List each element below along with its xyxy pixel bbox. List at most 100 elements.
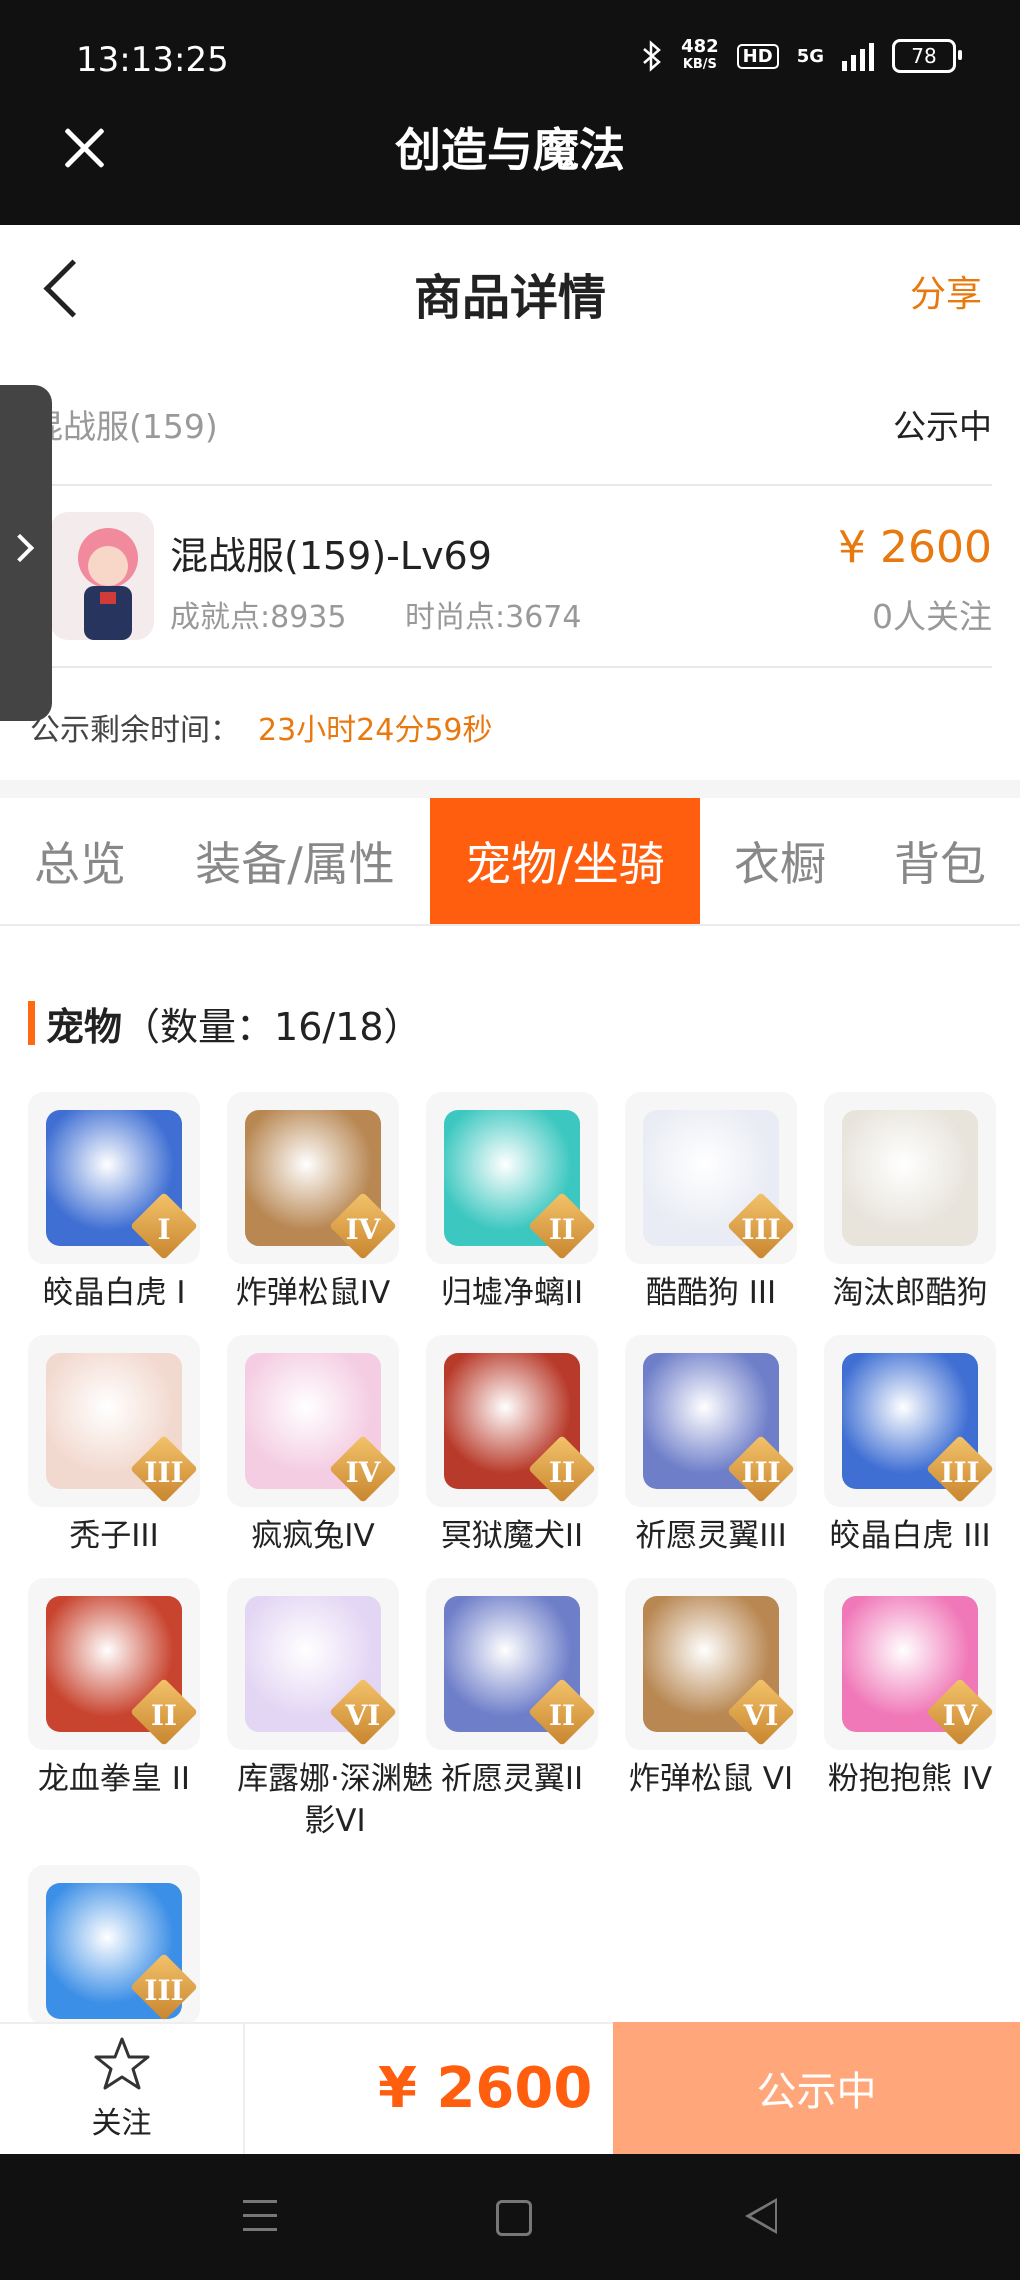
tier-label: VI [743,1699,779,1732]
pet-name: 炸弹松鼠IV [235,1275,391,1311]
character-name: 混战服(159)-Lv69 [170,534,492,578]
pet-name: 祈愿灵翼III [635,1518,787,1554]
back-nav-icon-inner [751,2202,775,2230]
net-speed: 482 KB/S [681,36,719,73]
status-time: 13:13:25 [76,40,229,80]
tier-label: IV [942,1699,978,1732]
pet-image: II [426,1335,598,1507]
pet-card[interactable]: II 归墟净螭II [426,1092,606,1314]
pet-card[interactable]: III 秃子III [28,1335,208,1557]
pet-image: VI [227,1578,399,1750]
pet-name: 龙血拳皇 II [37,1761,191,1797]
pet-name: 皎晶白虎 I [42,1275,186,1311]
battery-icon: 78 [892,39,962,73]
signal-icon [842,41,874,71]
pet-art [842,1110,978,1246]
pet-name: 皎晶白虎 III [829,1518,991,1554]
tier-label: I [157,1213,171,1246]
pet-image: IV [824,1578,996,1750]
tab-bar: 总览 装备/属性 宠物/坐骑 衣橱 背包 [0,798,1020,926]
follower-count: 0人关注 [872,597,992,636]
status-icons: 482 KB/S HD 5G 78 [641,36,962,74]
menu-icon[interactable] [243,2200,277,2232]
pet-card[interactable]: III 酷酷狗 III [625,1092,805,1314]
pet-image: I [28,1092,200,1264]
pet-card[interactable]: IV 炸弹松鼠IV [227,1092,407,1314]
pet-image: II [426,1578,598,1750]
pet-card[interactable]: VI 库露娜·深渊魅影VI [227,1578,433,1842]
pet-name: 粉抱抱熊 IV [827,1761,993,1797]
listing-status: 公示中 [893,407,992,446]
home-icon[interactable] [496,2200,532,2236]
section-marker [28,1001,35,1045]
app-title: 创造与魔法 [395,123,625,177]
follow-label: 关注 [91,2106,152,2141]
network-type: 5G [796,45,824,67]
pet-image [824,1092,996,1264]
bottom-price: ¥ 2600 [378,2056,593,2121]
divider [30,666,992,668]
pet-name: 炸弹松鼠 VI [628,1761,794,1797]
tier-label: III [940,1456,980,1489]
pet-image: III [625,1092,797,1264]
tab-equipment[interactable]: 装备/属性 [160,798,430,924]
divider [30,484,992,486]
pet-card[interactable]: I 皎晶白虎 I [28,1092,208,1314]
pet-image: III [824,1335,996,1507]
pet-card[interactable]: VI 炸弹松鼠 VI [625,1578,805,1800]
pet-card[interactable]: II 冥狱魔犬II [426,1335,606,1557]
pet-card[interactable]: IV 疯疯兔IV [227,1335,407,1557]
star-icon[interactable] [92,2035,152,2095]
pet-image: III [28,1335,200,1507]
tab-wardrobe[interactable]: 衣橱 [700,798,860,924]
fashion-points: 时尚点:3674 [405,600,582,635]
pet-card[interactable]: II 祈愿灵翼II [426,1578,606,1800]
pet-image: VI [625,1578,797,1750]
pet-card[interactable]: III [28,1865,208,2025]
pet-image: II [28,1578,200,1750]
bluetooth-icon [643,40,661,72]
tab-overview[interactable]: 总览 [0,798,160,924]
page-title: 商品详情 [413,270,606,326]
tier-label: VI [345,1699,381,1732]
battery-level: 78 [911,44,937,68]
tier-label: III [741,1456,781,1489]
tab-backpack[interactable]: 背包 [860,798,1020,924]
pet-card[interactable]: IV 粉抱抱熊 IV [824,1578,1004,1800]
pets-section-title: 宠物（数量：16/18） [46,1005,422,1049]
tier-label: III [741,1213,781,1246]
pet-name: 冥狱魔犬II [440,1518,584,1554]
pet-image: II [426,1092,598,1264]
pet-image: III [28,1865,200,2025]
pet-card[interactable]: III 祈愿灵翼III [625,1335,805,1557]
pet-name: 祈愿灵翼II [440,1761,584,1797]
tier-label: IV [345,1456,381,1489]
hd-badge: HD [736,43,779,69]
pet-card[interactable]: III 皎晶白虎 III [824,1335,1004,1557]
pet-image: IV [227,1092,399,1264]
section-gap [0,780,1020,798]
pet-name: 秃子III [69,1518,159,1554]
share-button[interactable]: 分享 [910,265,982,317]
tier-label: III [144,1456,184,1489]
server-name: 混战服(159) [30,407,218,446]
pet-name: 淘汰郎酷狗 [832,1275,988,1311]
pet-name: 酷酷狗 III [645,1275,777,1311]
pet-name: 归墟净螭II [440,1275,584,1311]
remaining-time-label: 公示剩余时间： [30,713,240,748]
tier-label: II [548,1213,576,1246]
pet-image: IV [227,1335,399,1507]
tier-label: IV [345,1213,381,1246]
status-button[interactable]: 公示中 [613,2022,1020,2154]
pet-card[interactable]: 淘汰郎酷狗 [824,1092,1004,1314]
tier-label: II [548,1456,576,1489]
pet-card[interactable]: II 龙血拳皇 II [28,1578,208,1800]
tab-pets-mounts[interactable]: 宠物/坐骑 [430,798,700,924]
remaining-time-value: 23小时24分59秒 [258,713,493,748]
tier-label: III [144,1974,184,2007]
achievement-points: 成就点:8935 [170,600,347,635]
pet-name: 疯疯兔IV [251,1518,375,1554]
listing-price: ¥ 2600 [838,522,992,573]
tier-label: II [548,1699,576,1732]
pet-image: III [625,1335,797,1507]
